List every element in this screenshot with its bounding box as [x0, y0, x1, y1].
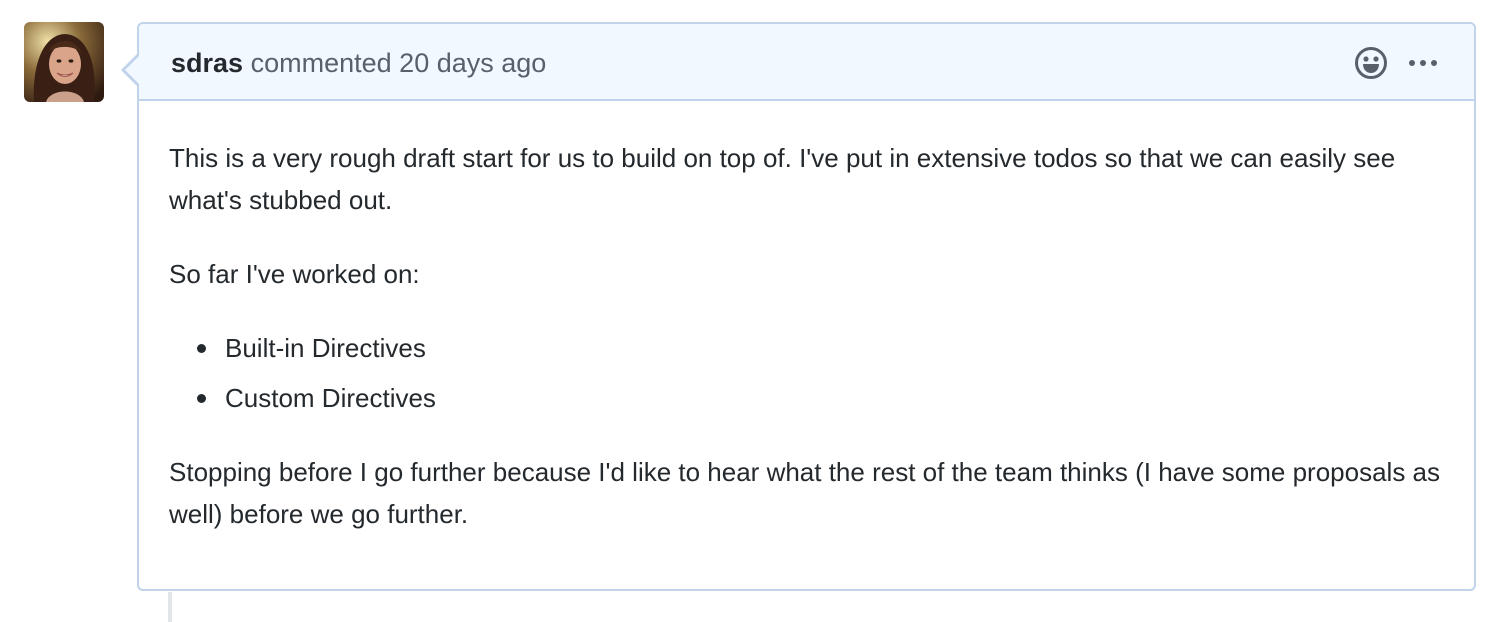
author-link[interactable]: sdras — [171, 48, 243, 78]
comment-timestamp[interactable]: 20 days ago — [399, 48, 546, 78]
comment-action: commented — [250, 48, 392, 78]
body-paragraph: This is a very rough draft start for us … — [169, 143, 1396, 215]
body-paragraph: Stopping before I go further because I'd… — [169, 457, 1441, 529]
body-paragraph: So far I've worked on: — [169, 259, 420, 289]
kebab-horizontal-icon[interactable] — [1408, 58, 1438, 68]
timeline-connector — [168, 592, 172, 622]
smiley-icon[interactable] — [1354, 46, 1388, 80]
comment-header: sdras commented 20 days ago — [139, 24, 1474, 101]
avatar[interactable] — [24, 22, 104, 102]
header-actions — [1354, 46, 1438, 80]
comment-body: This is a very rough draft start for us … — [139, 101, 1474, 535]
comment-meta: sdras commented 20 days ago — [171, 46, 546, 80]
list-item: Built-in Directives — [197, 327, 1444, 369]
avatar-image — [24, 22, 104, 102]
directive-list: Built-in Directives Custom Directives — [169, 327, 1444, 419]
list-item: Custom Directives — [197, 377, 1444, 419]
comment-box: sdras commented 20 days ago This is a ve… — [121, 22, 1476, 591]
